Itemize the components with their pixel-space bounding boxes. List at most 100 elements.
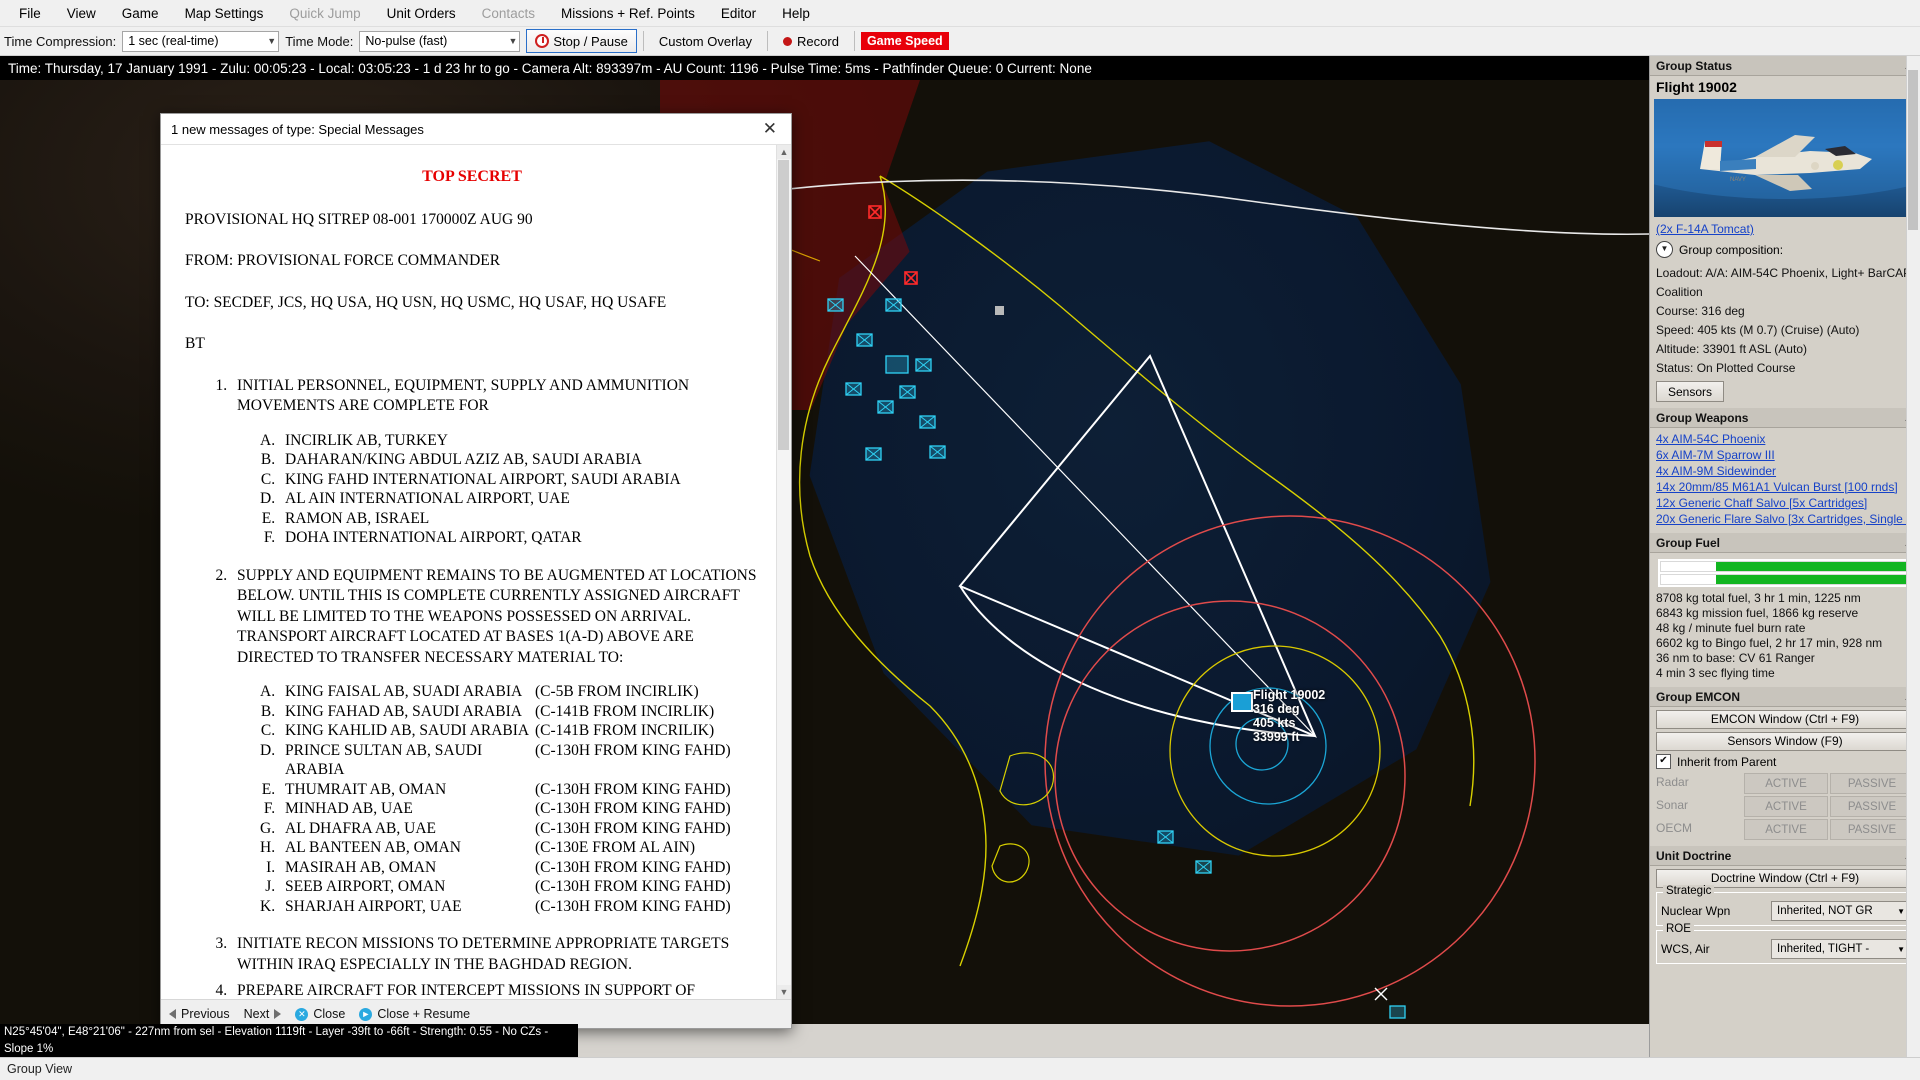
group-emcon-header[interactable]: Group EMCON ▲ — [1650, 687, 1920, 707]
scroll-up-icon[interactable]: ▲ — [777, 145, 791, 159]
sidebar-scrollbar[interactable] — [1906, 56, 1920, 1064]
previous-button[interactable]: Previous — [169, 1007, 230, 1021]
sidebar-scroll-thumb[interactable] — [1908, 70, 1918, 230]
weapon-link[interactable]: 12x Generic Chaff Salvo [5x Cartridges] — [1656, 495, 1914, 511]
toolbar-divider — [642, 31, 644, 51]
record-label: Record — [797, 33, 839, 49]
classification-banner: TOP SECRET — [422, 168, 522, 185]
unit-label-line-2: 405 kts — [1253, 716, 1296, 730]
inherit-from-parent-row[interactable]: ✔ Inherit from Parent — [1656, 754, 1914, 769]
nuclear-label: Nuclear Wpn — [1661, 904, 1731, 918]
scroll-thumb[interactable] — [778, 160, 789, 450]
transport-source: (C-5B FROM INCIRLIK) — [535, 683, 699, 700]
unit-marker-flight-19002[interactable] — [1231, 692, 1253, 712]
resume-circle-icon: ► — [359, 1007, 373, 1021]
menu-item-map-settings[interactable]: Map Settings — [172, 3, 277, 24]
emcon-sonar-passive[interactable]: PASSIVE — [1830, 796, 1914, 817]
weapon-link[interactable]: 4x AIM-9M Sidewinder — [1656, 463, 1914, 479]
emcon-sonar-active[interactable]: ACTIVE — [1744, 796, 1828, 817]
emcon-oecm-passive[interactable]: PASSIVE — [1830, 819, 1914, 840]
message-item-2-sublist: KING FAISAL AB, SUADI ARABIA (C-5B FROM I… — [237, 682, 759, 916]
wcs-air-value: Inherited, TIGHT - — [1777, 943, 1870, 955]
transport-source: (C-141B FROM INCRILIK) — [535, 722, 715, 739]
transport-source: (C-130H FROM KING FAHD) — [535, 897, 731, 915]
wcs-air-select[interactable]: Inherited, TIGHT - ▼ — [1771, 939, 1909, 959]
unit-doctrine-title: Unit Doctrine — [1656, 848, 1732, 863]
group-fuel-header[interactable]: Group Fuel ▲ — [1650, 533, 1920, 553]
close-icon[interactable]: ✕ — [757, 119, 783, 139]
chevron-down-icon[interactable]: ▼ — [1656, 241, 1673, 258]
time-mode-select[interactable]: No-pulse (fast) ▼ — [359, 30, 521, 52]
wcs-air-row: WCS, Air Inherited, TIGHT - ▼ — [1661, 939, 1909, 959]
message-sub-item: MINHAD AB, UAE (C-130H FROM KING FAHD) — [279, 799, 759, 819]
base-name: SHARJAH AIRPORT, UAE — [285, 897, 462, 915]
power-icon — [535, 34, 550, 48]
unit-doctrine-body: Doctrine Window (Ctrl + F9) Strategic Nu… — [1650, 866, 1920, 970]
scroll-down-icon[interactable]: ▼ — [777, 985, 791, 999]
menu-item-editor[interactable]: Editor — [708, 3, 769, 24]
sensors-button[interactable]: Sensors — [1656, 381, 1724, 402]
weapon-link[interactable]: 20x Generic Flare Salvo [3x Cartridges, … — [1656, 511, 1914, 527]
bottom-status-bar: Group View — [0, 1057, 1920, 1080]
fuel-line: 8708 kg total fuel, 3 hr 1 min, 1225 nm — [1656, 591, 1861, 605]
weapon-link[interactable]: 14x 20mm/85 M61A1 Vulcan Burst [100 rnds… — [1656, 479, 1914, 495]
map-status-readout: N25°45'04", E48°21'06" - 227nm from sel … — [0, 1024, 578, 1072]
message-sub-item: SHARJAH AIRPORT, UAE (C-130H FROM KING FA… — [279, 897, 759, 917]
fuel-fill-total — [1715, 562, 1909, 571]
message-sub-item: INCIRLIK AB, TURKEY — [279, 431, 759, 451]
application-window: File View Game Map Settings Quick Jump Unit O… — [0, 0, 1920, 1080]
status-line-1: N25°45'04", E48°21'06" - 227nm from sel … — [4, 1026, 549, 1055]
transport-source: (C-130H FROM KING FAHD) — [535, 819, 731, 837]
emcon-radar-active[interactable]: ACTIVE — [1744, 773, 1828, 794]
dialog-title: 1 new messages of type: Special Messages — [171, 121, 424, 137]
stop-pause-button[interactable]: Stop / Pause — [526, 29, 637, 53]
fuel-line: 48 kg / minute fuel burn rate — [1656, 621, 1806, 635]
message-sub-item: THUMRAIT AB, OMAN (C-130H FROM KING FAHD) — [279, 780, 759, 800]
menu-item-help[interactable]: Help — [769, 3, 823, 24]
group-status-body: (2x F-14A Tomcat) ▼ Group composition: L… — [1650, 217, 1920, 408]
group-status-header[interactable]: Group Status ▲ — [1650, 56, 1920, 76]
right-sidebar[interactable]: Group Status ▲ Flight 19002 NAVY (2x F-1… — [1649, 56, 1920, 1064]
menu-item-view[interactable]: View — [54, 3, 109, 24]
unit-doctrine-header[interactable]: Unit Doctrine ▲ — [1650, 846, 1920, 866]
menu-item-quick-jump[interactable]: Quick Jump — [276, 3, 373, 24]
emcon-radar-passive[interactable]: PASSIVE — [1830, 773, 1914, 794]
aircraft-type-link[interactable]: (2x F-14A Tomcat) — [1656, 221, 1914, 237]
weapon-link[interactable]: 4x AIM-54C Phoenix — [1656, 431, 1914, 447]
next-button[interactable]: Next — [244, 1007, 282, 1021]
custom-overlay-button[interactable]: Custom Overlay — [650, 30, 761, 52]
base-name: KING FAHAD AB, SAUDI ARABIA — [285, 702, 522, 720]
group-weapons-header[interactable]: Group Weapons ▲ — [1650, 408, 1920, 428]
sensors-window-button[interactable]: Sensors Window (F9) — [1656, 732, 1914, 751]
close-button[interactable]: ✕ Close — [295, 1007, 345, 1021]
close-resume-button[interactable]: ► Close + Resume — [359, 1007, 470, 1021]
inherit-checkbox[interactable]: ✔ — [1656, 754, 1671, 769]
emcon-window-button[interactable]: EMCON Window (Ctrl + F9) — [1656, 710, 1914, 729]
fuel-bar-total — [1660, 561, 1910, 572]
game-speed-badge[interactable]: Game Speed — [860, 32, 949, 50]
dialog-scrollbar[interactable]: ▲ ▼ — [776, 145, 791, 999]
special-messages-dialog[interactable]: 1 new messages of type: Special Messages… — [160, 113, 792, 1029]
message-sub-item: AL AIN INTERNATIONAL AIRPORT, UAE — [279, 489, 759, 509]
menu-item-game[interactable]: Game — [109, 3, 172, 24]
menu-item-missions-ref-points[interactable]: Missions + Ref. Points — [548, 3, 708, 24]
weapon-link[interactable]: 6x AIM-7M Sparrow III — [1656, 447, 1914, 463]
menu-item-contacts[interactable]: Contacts — [469, 3, 548, 24]
fuel-line: 4 min 3 sec flying time — [1656, 666, 1775, 680]
nuclear-select[interactable]: Inherited, NOT GR ▼ — [1771, 901, 1909, 921]
strategic-fieldset: Strategic Nuclear Wpn Inherited, NOT GR … — [1656, 885, 1914, 926]
menu-item-unit-orders[interactable]: Unit Orders — [374, 3, 469, 24]
speed-text: Speed: 405 kts (M 0.7) (Cruise) (Auto) — [1656, 323, 1860, 337]
time-compression-select[interactable]: 1 sec (real-time) ▼ — [122, 30, 280, 52]
base-name: KING KAHLID AB, SAUDI ARABIA — [285, 722, 530, 739]
view-mode-label: Group View — [7, 1062, 73, 1076]
dialog-title-bar: 1 new messages of type: Special Messages… — [161, 114, 791, 145]
group-composition-row[interactable]: ▼ Group composition: — [1656, 241, 1914, 258]
emcon-oecm-active[interactable]: ACTIVE — [1744, 819, 1828, 840]
time-compression-value: 1 sec (real-time) — [128, 34, 219, 48]
close-resume-label: Close + Resume — [377, 1007, 471, 1021]
chevron-right-icon — [274, 1009, 282, 1019]
menu-item-file[interactable]: File — [6, 3, 54, 24]
base-name: SEEB AIRPORT, OMAN — [285, 878, 446, 895]
record-button[interactable]: Record — [774, 30, 848, 52]
